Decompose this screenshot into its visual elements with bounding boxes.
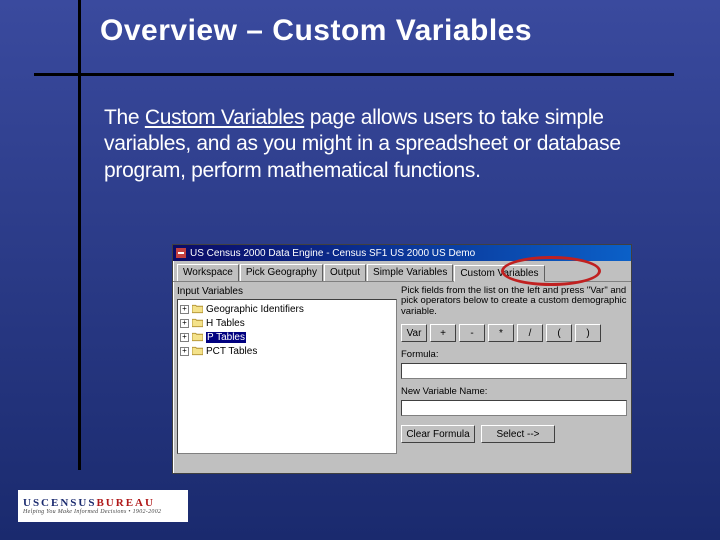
tree-row[interactable]: + P Tables	[180, 330, 394, 344]
logo-wordmark: USCENSUSBUREAU	[23, 497, 183, 509]
tree-label: P Tables	[206, 332, 246, 343]
app-window: US Census 2000 Data Engine - Census SF1 …	[172, 244, 632, 474]
expand-icon[interactable]: +	[180, 305, 189, 314]
tree-view[interactable]: + Geographic Identifiers + H Tables + P …	[177, 299, 397, 454]
slide-title: Overview – Custom Variables	[100, 14, 532, 48]
input-variables-label: Input Variables	[177, 286, 397, 297]
app-icon	[176, 248, 186, 258]
body-underlined: Custom Variables	[145, 106, 304, 129]
newvar-label: New Variable Name:	[401, 386, 627, 397]
folder-icon	[192, 346, 203, 356]
logo-part2: BUREAU	[96, 497, 154, 509]
plus-button[interactable]: +	[430, 324, 456, 342]
lparen-button[interactable]: (	[546, 324, 572, 342]
expand-icon[interactable]: +	[180, 319, 189, 328]
folder-icon	[192, 304, 203, 314]
left-pane: Input Variables + Geographic Identifiers…	[177, 286, 397, 454]
tree-row[interactable]: + PCT Tables	[180, 344, 394, 358]
operator-row: Var + - * / ( )	[401, 324, 627, 342]
tab-bar: Workspace Pick Geography Output Simple V…	[173, 261, 631, 282]
window-titlebar: US Census 2000 Data Engine - Census SF1 …	[173, 245, 631, 261]
minus-button[interactable]: -	[459, 324, 485, 342]
tree-row[interactable]: + Geographic Identifiers	[180, 302, 394, 316]
divider-horizontal	[34, 73, 674, 76]
tree-label: Geographic Identifiers	[206, 304, 304, 315]
body-pre: The	[104, 106, 145, 129]
expand-icon[interactable]: +	[180, 347, 189, 356]
formula-input[interactable]	[401, 363, 627, 379]
tab-simple-variables[interactable]: Simple Variables	[367, 264, 453, 281]
newvar-input[interactable]	[401, 400, 627, 416]
var-button[interactable]: Var	[401, 324, 427, 342]
tab-custom-variables[interactable]: Custom Variables	[454, 265, 544, 282]
folder-icon	[192, 318, 203, 328]
tree-label: H Tables	[206, 318, 245, 329]
tab-workspace[interactable]: Workspace	[177, 264, 239, 281]
window-title: US Census 2000 Data Engine - Census SF1 …	[190, 248, 628, 259]
bottom-button-row: Clear Formula Select -->	[401, 425, 627, 443]
logo-tagline: Helping You Make Informed Decisions • 19…	[23, 509, 183, 515]
clear-formula-button[interactable]: Clear Formula	[401, 425, 475, 443]
formula-label: Formula:	[401, 349, 627, 360]
instructions-text: Pick fields from the list on the left an…	[401, 286, 627, 317]
expand-icon[interactable]: +	[180, 333, 189, 342]
logo-part1: USCENSUS	[23, 497, 96, 509]
rparen-button[interactable]: )	[575, 324, 601, 342]
select-button[interactable]: Select -->	[481, 425, 555, 443]
census-logo: USCENSUSBUREAU Helping You Make Informed…	[18, 490, 188, 522]
slide-body: The Custom Variables page allows users t…	[104, 105, 644, 184]
tree-label: PCT Tables	[206, 346, 257, 357]
tree-row[interactable]: + H Tables	[180, 316, 394, 330]
divider-vertical	[78, 0, 81, 470]
folder-icon	[192, 332, 203, 342]
tab-output[interactable]: Output	[324, 264, 366, 281]
divide-button[interactable]: /	[517, 324, 543, 342]
multiply-button[interactable]: *	[488, 324, 514, 342]
tab-content: Input Variables + Geographic Identifiers…	[173, 282, 631, 458]
tab-pick-geography[interactable]: Pick Geography	[240, 264, 323, 281]
right-pane: Pick fields from the list on the left an…	[401, 286, 627, 454]
